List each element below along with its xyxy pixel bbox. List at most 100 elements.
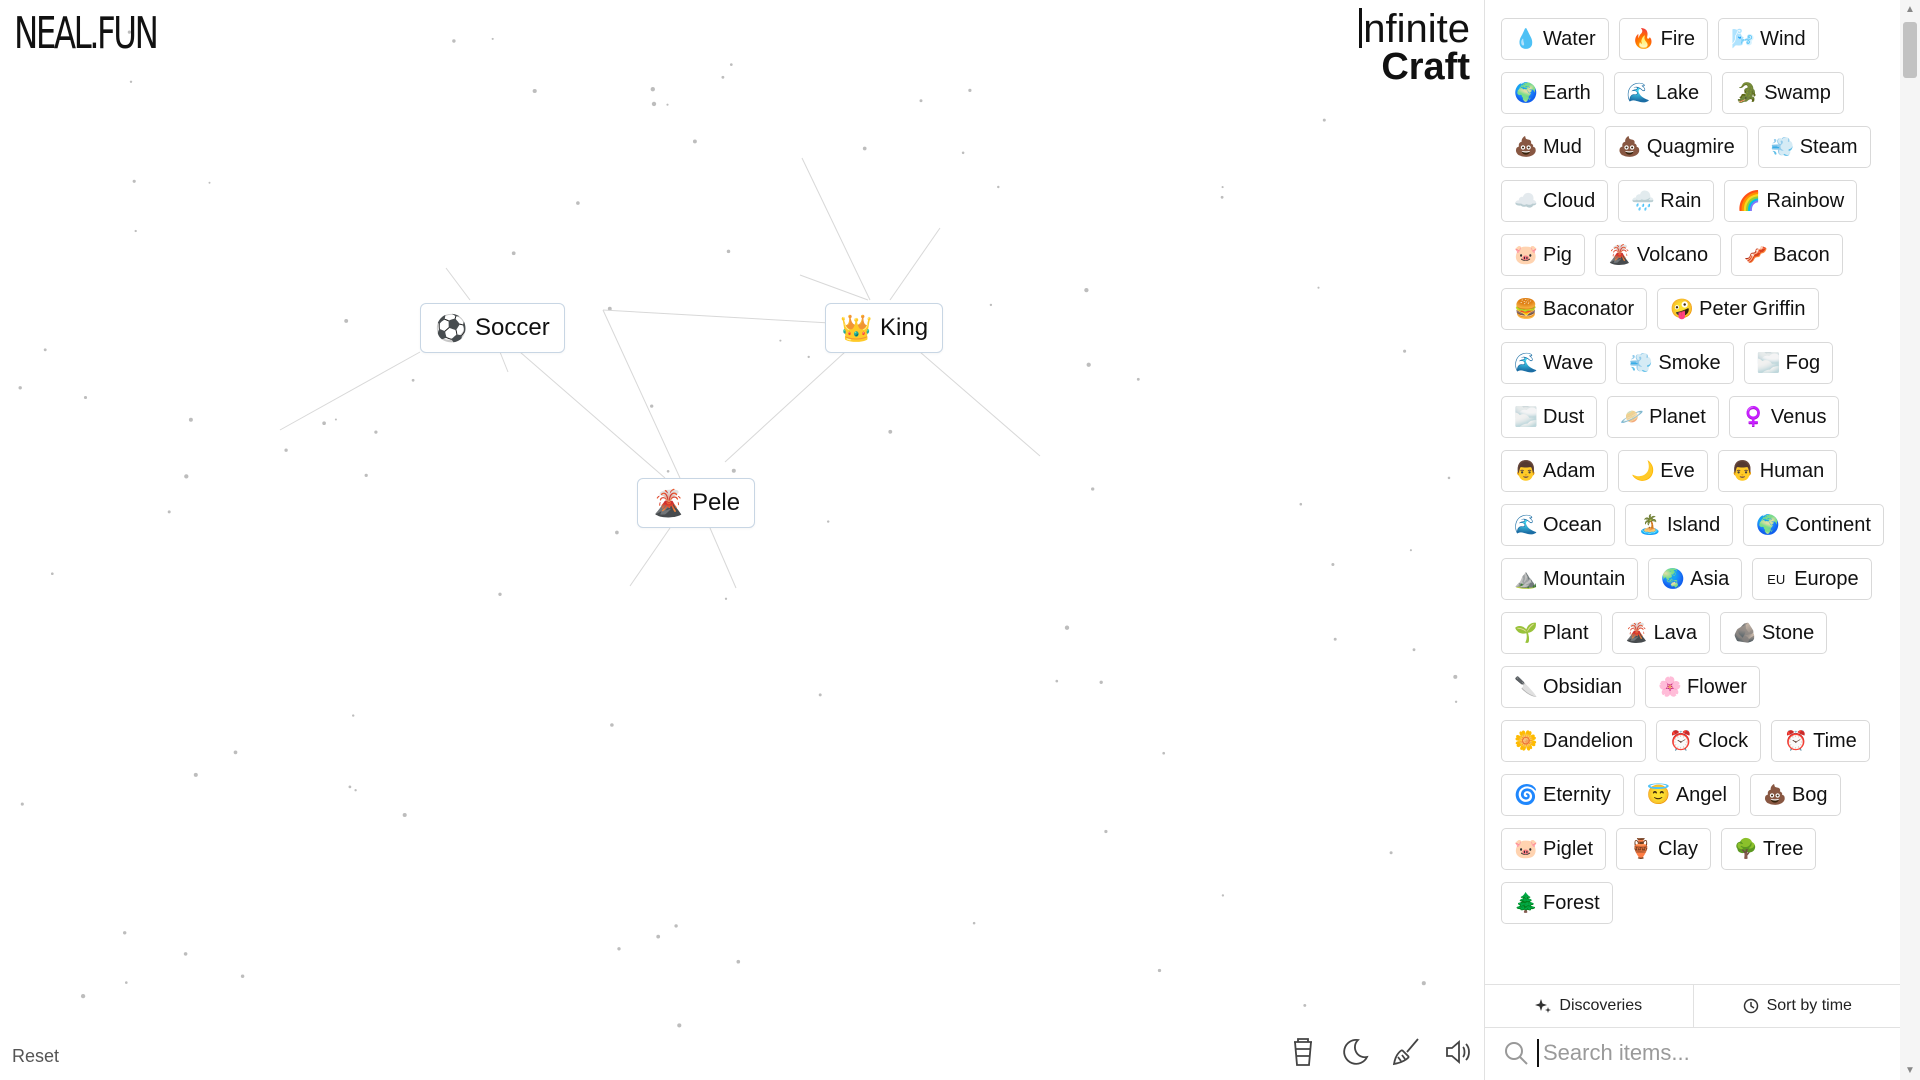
item-label: Island [1666, 513, 1721, 536]
tab-discoveries[interactable]: Discoveries [1485, 985, 1693, 1027]
item-bacon[interactable]: 🥓 Bacon [1731, 234, 1843, 276]
item-lake[interactable]: 🌊 Lake [1613, 72, 1713, 114]
item-forest[interactable]: 🌲 Forest [1501, 882, 1613, 924]
item-pig[interactable]: 🐷 Pig [1501, 234, 1585, 276]
background-dot [498, 592, 502, 596]
item-adam[interactable]: 👨 Adam [1501, 450, 1609, 492]
item-emoji-icon: 🥓 [1744, 245, 1768, 266]
item-emoji-icon: 💩 [1762, 785, 1787, 806]
item-venus[interactable]: ♀️ Venus [1728, 396, 1840, 438]
neal-fun-logo[interactable]: NEAL.FUN [14, 8, 159, 59]
item-quagmire[interactable]: 💩 Quagmire [1604, 126, 1748, 168]
item-fog[interactable]: 🌫️ Fog [1743, 342, 1834, 384]
item-rain[interactable]: 🌧️ Rain [1618, 180, 1715, 222]
item-stone[interactable]: 🪨 Stone [1719, 612, 1828, 654]
background-dot [989, 303, 993, 307]
item-lava[interactable]: 🌋 Lava [1611, 612, 1710, 654]
item-human[interactable]: 👨 Human [1717, 450, 1838, 492]
item-wind[interactable]: 🌬️ Wind [1718, 18, 1819, 60]
toolbar [1286, 1035, 1476, 1069]
background-dot [1220, 195, 1224, 199]
item-fire[interactable]: 🔥 Fire [1618, 18, 1709, 60]
background-dot [183, 952, 188, 956]
item-label: Asia [1690, 567, 1730, 590]
item-obsidian[interactable]: 🔪 Obsidian [1501, 666, 1635, 708]
background-dot [1136, 377, 1140, 381]
item-eve[interactable]: 🌙 Eve [1618, 450, 1708, 492]
item-emoji-icon: 🌋 [1607, 245, 1632, 266]
item-continent[interactable]: 🌍 Continent [1743, 504, 1884, 546]
item-label: Plant [1543, 621, 1589, 644]
background-dot [1162, 751, 1166, 755]
item-bog[interactable]: 💩 Bog [1749, 774, 1841, 816]
item-steam[interactable]: 💨 Steam [1757, 126, 1871, 168]
item-plant[interactable]: 🌱 Plant [1501, 612, 1602, 654]
item-label: Obsidian [1543, 675, 1622, 698]
item-label: Continent [1785, 513, 1871, 536]
item-label: Forest [1543, 891, 1600, 914]
item-swamp[interactable]: 🐊 Swamp [1722, 72, 1844, 114]
item-emoji-icon: ⛰️ [1514, 569, 1538, 590]
item-dandelion[interactable]: 🌼 Dandelion [1501, 720, 1647, 762]
item-angel[interactable]: 😇 Angel [1633, 774, 1740, 816]
item-piglet[interactable]: 🐷 Piglet [1501, 828, 1607, 870]
reset-button[interactable]: Reset [12, 1046, 59, 1067]
item-volcano[interactable]: 🌋 Volcano [1594, 234, 1722, 276]
background-dot [1055, 679, 1059, 683]
donate-cup-icon[interactable] [1286, 1035, 1320, 1069]
background-dot [1389, 851, 1393, 855]
background-dot [826, 520, 830, 523]
item-time[interactable]: ⏰ Time [1771, 720, 1870, 762]
scrollbar-thumb[interactable] [1903, 22, 1917, 78]
item-planet[interactable]: 🪐 Planet [1607, 396, 1719, 438]
item-dust[interactable]: 🌫️ Dust [1501, 396, 1598, 438]
item-earth[interactable]: 🌍 Earth [1501, 72, 1604, 114]
item-baconator[interactable]: 🍔 Baconator [1501, 288, 1648, 330]
item-emoji-icon: 🌸 [1657, 677, 1682, 698]
item-emoji-icon: 🌬️ [1731, 29, 1755, 50]
background-dot [961, 151, 965, 155]
item-flower[interactable]: 🌸 Flower [1644, 666, 1760, 708]
sidebar-scrollbar[interactable]: ▲ ▼ [1900, 0, 1920, 1080]
canvas-element-soccer[interactable]: ⚽ Soccer [420, 303, 565, 353]
background-dot [1317, 286, 1320, 289]
item-asia[interactable]: 🌏 Asia [1648, 558, 1743, 600]
item-europe[interactable]: EU Europe [1752, 558, 1872, 600]
scroll-up-icon[interactable]: ▲ [1905, 4, 1915, 15]
search-input[interactable] [1537, 1039, 1885, 1067]
item-emoji-icon: 👨 [1730, 461, 1755, 482]
item-emoji-icon: 💧 [1514, 29, 1538, 50]
sound-speaker-icon[interactable] [1442, 1035, 1476, 1069]
item-label: Flower [1686, 675, 1747, 698]
clear-broom-icon[interactable] [1390, 1035, 1424, 1069]
canvas-element-pele[interactable]: 🌋 Pele [637, 478, 756, 528]
item-ocean[interactable]: 🌊 Ocean [1501, 504, 1615, 546]
item-mountain[interactable]: ⛰️ Mountain [1501, 558, 1639, 600]
dark-mode-moon-icon[interactable] [1338, 1035, 1372, 1069]
scroll-down-icon[interactable]: ▼ [1905, 1065, 1915, 1076]
item-clay[interactable]: 🏺 Clay [1616, 828, 1712, 870]
item-cloud[interactable]: ☁️ Cloud [1501, 180, 1609, 222]
item-tree[interactable]: 🌳 Tree [1721, 828, 1817, 870]
background-dot [352, 714, 355, 717]
item-mud[interactable]: 💩 Mud [1501, 126, 1595, 168]
item-island[interactable]: 🏝️ Island [1624, 504, 1734, 546]
item-label: Ocean [1543, 513, 1602, 536]
item-label: Cloud [1543, 189, 1596, 212]
item-rainbow[interactable]: 🌈 Rainbow [1724, 180, 1858, 222]
background-dot [50, 572, 54, 576]
item-eternity[interactable]: 🌀 Eternity [1501, 774, 1624, 816]
background-dot [1333, 637, 1337, 641]
craft-canvas[interactable]: NEAL.FUN nfinite Craft ⚽ Soccer 👑 King 🌋… [0, 0, 1484, 1080]
item-smoke[interactable]: 💨 Smoke [1616, 342, 1734, 384]
item-water[interactable]: 💧 Water [1501, 18, 1609, 60]
item-label: Venus [1770, 405, 1827, 428]
item-clock[interactable]: ⏰ Clock [1656, 720, 1762, 762]
tab-sort-by-time[interactable]: Sort by time [1692, 985, 1902, 1027]
item-wave[interactable]: 🌊 Wave [1501, 342, 1607, 384]
canvas-element-king[interactable]: 👑 King [825, 303, 944, 353]
sparkles-icon [1535, 999, 1552, 1013]
background-dot [692, 139, 697, 144]
item-label: Peter Griffin [1699, 297, 1806, 320]
item-peter-griffin[interactable]: 🤪 Peter Griffin [1657, 288, 1819, 330]
